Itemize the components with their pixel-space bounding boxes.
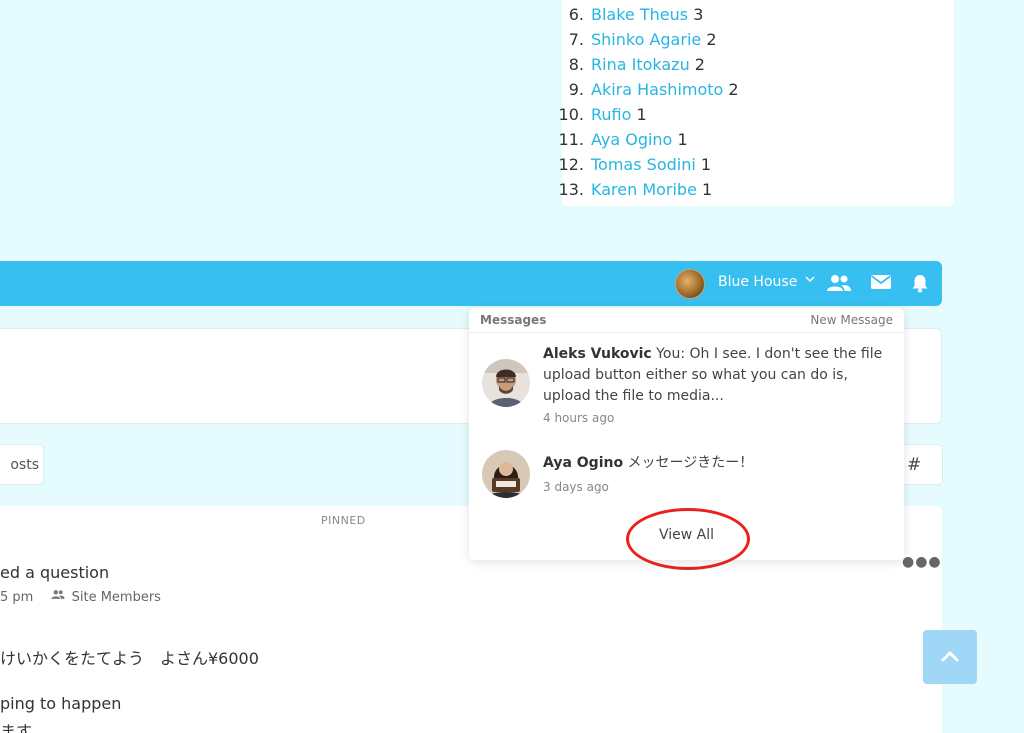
member-link[interactable]: Karen Moribe: [591, 180, 697, 199]
member-link[interactable]: Akira Hashimoto: [591, 80, 723, 99]
post-title: ed a question: [0, 563, 110, 582]
message-item[interactable]: Aya Ogino メッセージきたー！ 3 days ago: [469, 450, 904, 510]
leaderboard-panel: 6. Blake Theus 3 7. Shinko Agarie 2 8. Rina…: [559, 0, 954, 206]
group-name[interactable]: Blue House: [718, 274, 797, 290]
count-value: 3: [693, 5, 704, 24]
message-preview: Aleks Vukovic You: Oh I see. I don't see…: [543, 344, 883, 407]
leaderboard-item: 12. Tomas Sodini 1: [554, 152, 712, 177]
chevron-up-icon: [941, 651, 959, 662]
leaderboard-item: 13. Karen Moribe 1: [554, 177, 713, 202]
post-meta: 5 pm Site Members: [0, 589, 161, 605]
scroll-to-top-button[interactable]: [923, 630, 977, 684]
leaderboard-item: 11. Aya Ogino 1: [554, 127, 688, 152]
rank-number: 8.: [568, 55, 584, 74]
rank-number: 12.: [558, 155, 584, 174]
count-value: 1: [700, 155, 712, 174]
avatar: [482, 450, 530, 498]
members-icon[interactable]: [826, 273, 851, 295]
leaderboard-item: 6. Blake Theus 3: [564, 2, 704, 27]
message-time: 4 hours ago: [543, 411, 615, 425]
count-value: 1: [702, 180, 713, 199]
new-message-link[interactable]: New Message: [810, 313, 893, 327]
message-snippet: メッセージきたー！: [623, 455, 754, 471]
member-link[interactable]: Rina Itokazu: [591, 55, 690, 74]
count-value: 2: [728, 80, 739, 99]
more-dots-icon[interactable]: ●●●: [902, 554, 942, 570]
leaderboard-item: 8. Rina Itokazu 2: [564, 52, 705, 77]
message-item[interactable]: Aleks Vukovic You: Oh I see. I don't see…: [469, 343, 904, 433]
chevron-down-icon[interactable]: [805, 273, 815, 287]
rank-number: 7.: [568, 30, 584, 49]
rank-number: 9.: [568, 80, 584, 99]
post-body-line: ping to happen: [0, 694, 122, 713]
post-body-line: けいかくをたてよう よさん¥6000: [0, 649, 259, 668]
pinned-label: PINNED: [321, 514, 366, 527]
member-link[interactable]: Tomas Sodini: [591, 155, 696, 174]
rank-number: 11.: [558, 130, 584, 149]
messages-header-title: Messages: [480, 313, 547, 327]
posts-filter-button[interactable]: osts: [0, 444, 44, 485]
member-link[interactable]: Blake Theus: [591, 5, 688, 24]
member-link[interactable]: Aya Ogino: [591, 130, 672, 149]
rank-number: 10.: [558, 105, 584, 124]
leaderboard-item: 9. Akira Hashimoto 2: [564, 77, 739, 102]
highlight-annotation: [626, 508, 750, 570]
member-link[interactable]: Rufio: [591, 105, 631, 124]
bell-icon[interactable]: [910, 273, 934, 295]
leaderboard-item: 10. Rufio 1: [554, 102, 647, 127]
group-avatar[interactable]: [675, 269, 705, 299]
count-value: 2: [706, 30, 717, 49]
rank-number: 6.: [568, 5, 584, 24]
post-time: 5 pm: [0, 590, 34, 605]
message-time: 3 days ago: [543, 480, 609, 494]
hashtag-icon: #: [907, 455, 922, 475]
mail-icon[interactable]: [870, 273, 894, 295]
count-value: 1: [636, 105, 647, 124]
count-value: 1: [677, 130, 688, 149]
member-link[interactable]: Shinko Agarie: [591, 30, 701, 49]
post-audience[interactable]: Site Members: [72, 590, 161, 605]
count-value: 2: [694, 55, 705, 74]
group-nav-bar: Blue House: [0, 261, 942, 306]
message-preview: Aya Ogino メッセージきたー！: [543, 453, 883, 474]
divider: [469, 332, 904, 333]
leaderboard-item: 7. Shinko Agarie 2: [564, 27, 717, 52]
rank-number: 13.: [558, 180, 584, 199]
message-sender: Aleks Vukovic: [543, 346, 652, 362]
avatar: [482, 359, 530, 407]
members-icon: [49, 590, 71, 605]
post-body-line: ます。: [0, 722, 47, 733]
posts-filter-label: osts: [10, 457, 39, 473]
message-sender: Aya Ogino: [543, 455, 624, 471]
